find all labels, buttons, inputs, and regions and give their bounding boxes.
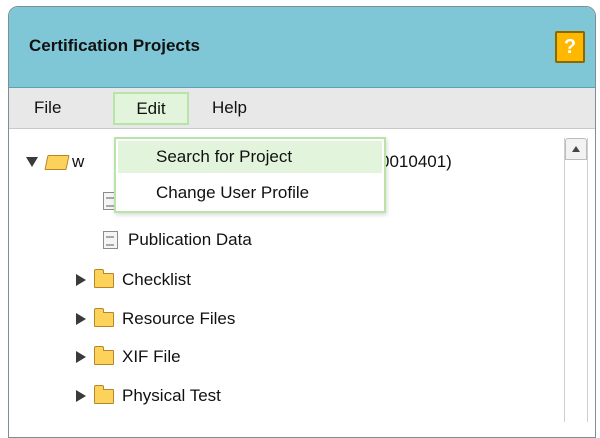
expand-arrow-icon[interactable] bbox=[76, 313, 86, 325]
folder-icon bbox=[94, 384, 114, 404]
expand-arrow-icon[interactable] bbox=[76, 351, 86, 363]
menu-help[interactable]: Help bbox=[212, 93, 247, 123]
tree-row-publication-data[interactable]: Publication Data bbox=[103, 226, 252, 254]
folder-icon bbox=[94, 307, 114, 327]
tree-root-label-prefix: w bbox=[72, 152, 85, 171]
open-folder-icon bbox=[44, 154, 70, 170]
tree-item-label: XIF File bbox=[122, 347, 181, 366]
panel-title-bar: Certification Projects ? bbox=[9, 7, 595, 88]
folder-icon bbox=[94, 268, 114, 288]
menu-item-search-for-project[interactable]: Search for Project bbox=[118, 141, 382, 173]
caret-up-icon bbox=[572, 146, 580, 152]
folder-icon bbox=[94, 345, 114, 365]
tree-row-root[interactable]: w bbox=[26, 148, 84, 176]
menu-edit[interactable]: Edit bbox=[113, 92, 189, 125]
tree-item-label: Checklist bbox=[122, 270, 191, 289]
expand-arrow-icon[interactable] bbox=[76, 274, 86, 286]
edit-menu-dropdown: Search for Project Change User Profile bbox=[114, 137, 386, 213]
tree-row-checklist[interactable]: Checklist bbox=[76, 266, 191, 294]
vertical-scrollbar[interactable] bbox=[564, 138, 588, 422]
document-icon bbox=[103, 231, 118, 249]
certification-projects-panel: Certification Projects ? File Edit Help bbox=[8, 6, 596, 438]
scroll-up-button[interactable] bbox=[565, 138, 587, 160]
expand-arrow-icon[interactable] bbox=[76, 390, 86, 402]
menu-file[interactable]: File bbox=[34, 93, 61, 123]
menu-item-change-user-profile[interactable]: Change User Profile bbox=[118, 177, 382, 209]
tree-item-label: Physical Test bbox=[122, 386, 221, 405]
menu-bar: File Edit Help bbox=[9, 88, 595, 129]
tree-row-resource-files[interactable]: Resource Files bbox=[76, 305, 235, 333]
tree-item-label: Publication Data bbox=[128, 230, 252, 249]
tree-root-label-suffix-row: 0010401) bbox=[380, 148, 452, 176]
tree-row-xif-file[interactable]: XIF File bbox=[76, 343, 181, 371]
help-button[interactable]: ? bbox=[555, 31, 585, 63]
tree-item-label: Resource Files bbox=[122, 309, 236, 328]
tree-row-physical-test[interactable]: Physical Test bbox=[76, 382, 221, 410]
expand-arrow-icon[interactable] bbox=[26, 157, 38, 167]
tree-root-label-suffix: 0010401) bbox=[380, 152, 452, 171]
panel-title: Certification Projects bbox=[29, 36, 200, 55]
